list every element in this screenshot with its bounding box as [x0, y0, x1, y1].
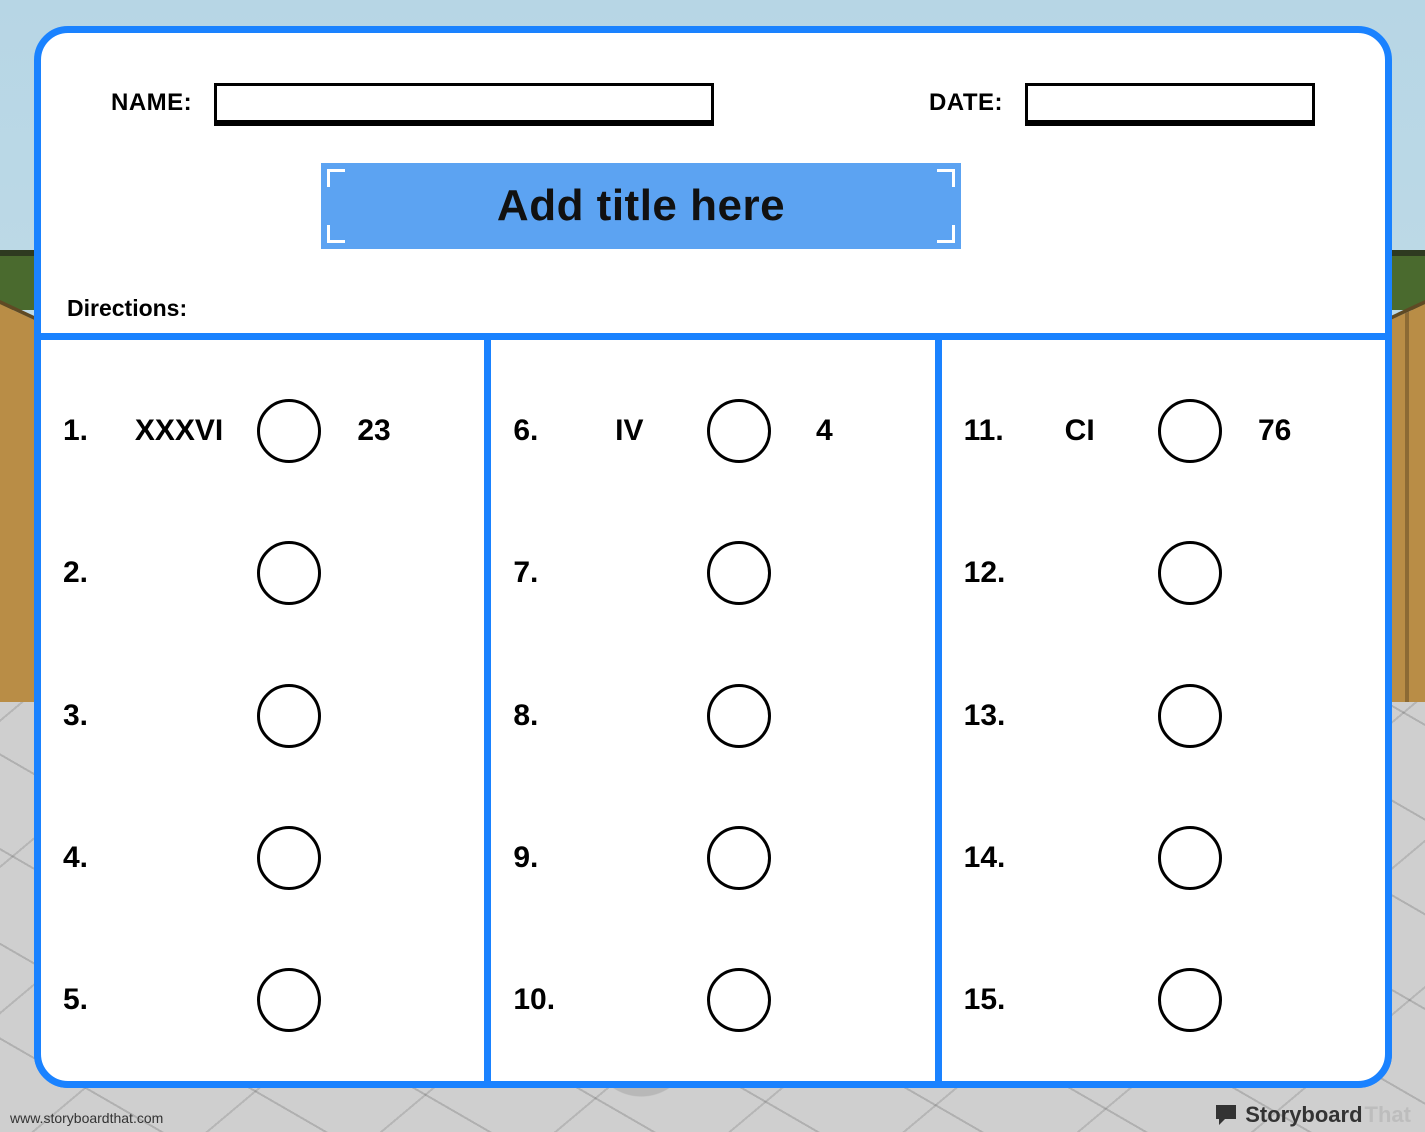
problem-row: 13.: [964, 644, 1363, 786]
answer-circle[interactable]: [1158, 968, 1222, 1032]
problem-row: 11.CI 76: [964, 360, 1363, 502]
problem-number: 1.: [63, 414, 119, 448]
problem-number: 11.: [964, 414, 1020, 448]
arabic-number: 76: [1240, 414, 1310, 448]
answer-circle[interactable]: [257, 399, 321, 463]
problem-row: 7.: [513, 502, 912, 644]
name-label: NAME:: [111, 89, 192, 117]
answer-circle[interactable]: [707, 399, 771, 463]
answer-circle[interactable]: [257, 541, 321, 605]
problem-row: 4.: [63, 787, 462, 929]
problem-number: 2.: [63, 556, 119, 590]
roman-numeral: XXXVI: [119, 414, 239, 448]
selection-corner-icon: [327, 225, 345, 243]
problem-row: 12.: [964, 502, 1363, 644]
problem-number: 13.: [964, 699, 1020, 733]
problem-row: 15.: [964, 929, 1363, 1071]
answer-circle[interactable]: [1158, 684, 1222, 748]
footer-brand-b: That: [1365, 1102, 1411, 1128]
arabic-number: 23: [339, 414, 409, 448]
title-text: Add title here: [497, 181, 785, 231]
problem-number: 9.: [513, 841, 569, 875]
problem-column: 6.IV 4 7. 8. 9. 10.: [484, 333, 941, 1088]
problem-number: 15.: [964, 983, 1020, 1017]
answer-circle[interactable]: [707, 968, 771, 1032]
roman-numeral: CI: [1020, 414, 1140, 448]
speech-bubble-icon: [1213, 1103, 1239, 1127]
date-input[interactable]: [1025, 83, 1315, 123]
footer-url: www.storyboardthat.com: [10, 1110, 163, 1126]
date-group: DATE:: [929, 83, 1315, 123]
title-box[interactable]: Add title here: [321, 163, 961, 249]
problem-number: 3.: [63, 699, 119, 733]
problem-grid: 1.XXXVI 23 2. 3. 4. 5. 6.IV 4 7. 8. 9. 10. 11.CI 76 12…: [34, 333, 1392, 1088]
directions-label: Directions:: [67, 295, 187, 322]
problem-row: 2.: [63, 502, 462, 644]
answer-circle[interactable]: [707, 684, 771, 748]
worksheet-stage: NAME: DATE: Add title here Directions: 1…: [0, 0, 1425, 1132]
answer-circle[interactable]: [1158, 541, 1222, 605]
arabic-number: 4: [789, 414, 859, 448]
answer-circle[interactable]: [257, 968, 321, 1032]
answer-circle[interactable]: [707, 541, 771, 605]
problem-column: 1.XXXVI 23 2. 3. 4. 5.: [34, 333, 491, 1088]
problem-number: 5.: [63, 983, 119, 1017]
problem-row: 1.XXXVI 23: [63, 360, 462, 502]
problem-number: 14.: [964, 841, 1020, 875]
problem-row: 5.: [63, 929, 462, 1071]
footer-brand-a: Storyboard: [1245, 1102, 1362, 1128]
problem-row: 10.: [513, 929, 912, 1071]
answer-circle[interactable]: [1158, 826, 1222, 890]
answer-circle[interactable]: [1158, 399, 1222, 463]
header-row: NAME: DATE:: [111, 83, 1315, 123]
roman-numeral: IV: [569, 414, 689, 448]
selection-corner-icon: [937, 169, 955, 187]
answer-circle[interactable]: [257, 826, 321, 890]
problem-number: 8.: [513, 699, 569, 733]
date-label: DATE:: [929, 89, 1003, 117]
problem-number: 6.: [513, 414, 569, 448]
worksheet-card: NAME: DATE: Add title here Directions: 1…: [34, 26, 1392, 1088]
problem-row: 6.IV 4: [513, 360, 912, 502]
selection-corner-icon: [327, 169, 345, 187]
name-input[interactable]: [214, 83, 714, 123]
problem-number: 10.: [513, 983, 569, 1017]
selection-corner-icon: [937, 225, 955, 243]
problem-row: 9.: [513, 787, 912, 929]
footer-brand: Storyboard That: [1213, 1102, 1411, 1128]
answer-circle[interactable]: [257, 684, 321, 748]
problem-number: 12.: [964, 556, 1020, 590]
problem-row: 14.: [964, 787, 1363, 929]
problem-row: 3.: [63, 644, 462, 786]
problem-number: 7.: [513, 556, 569, 590]
problem-row: 8.: [513, 644, 912, 786]
answer-circle[interactable]: [707, 826, 771, 890]
problem-number: 4.: [63, 841, 119, 875]
problem-column: 11.CI 76 12. 13. 14. 15.: [935, 333, 1392, 1088]
